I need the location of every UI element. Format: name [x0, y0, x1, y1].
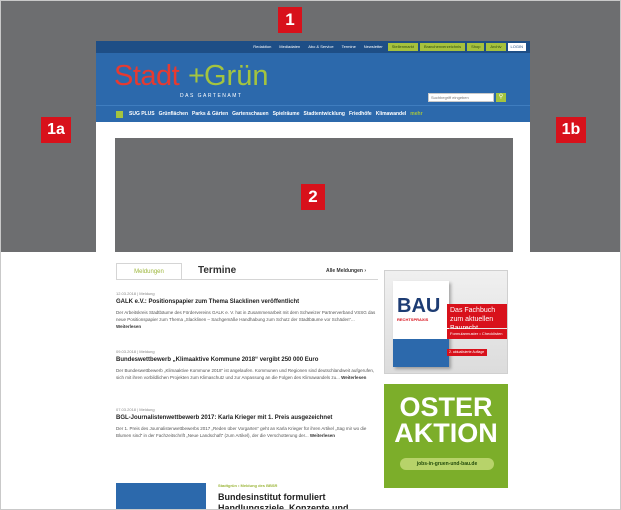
ad-osteraktion[interactable]: OSTER AKTION jobs-in-gruen-und-bau.de: [384, 384, 508, 488]
nav-sug-plus[interactable]: SUG PLUS: [129, 111, 155, 117]
ad-bau-bullets: Formularmuster • Checklisten: [447, 329, 507, 339]
ad-oster-line1: OSTER: [399, 392, 493, 422]
search-input[interactable]: Suchbegriff eingeben: [428, 93, 494, 102]
news-item: 09.03.2018 | Meldung Bundeswettbewerb „K…: [116, 349, 378, 381]
ad-oster-line2: AKTION: [394, 418, 498, 448]
book-cover: BAU RECHTSPRAXIS: [393, 281, 449, 367]
site-header: Stadt + Grün DAS GARTENAMT Suchbegriff e…: [96, 53, 530, 105]
promo-kicker: Stadtgrün • Meldung des BBSR: [218, 483, 278, 488]
utility-link-archiv[interactable]: Archiv: [486, 43, 506, 51]
nav-parks[interactable]: Parks & Gärten: [192, 111, 228, 117]
logo-plus: +: [188, 60, 205, 92]
book-cover-band: [393, 339, 449, 367]
all-news-link[interactable]: Alle Meldungen ›: [326, 268, 366, 274]
read-more-link[interactable]: Weiterlesen: [310, 433, 335, 438]
sug-plus-icon: [116, 110, 123, 118]
utility-link-newsletter[interactable]: Newsletter: [361, 43, 386, 51]
news-title[interactable]: BGL-Journalistenwettbewerb 2017: Karla K…: [116, 415, 378, 421]
utility-link-redaktion[interactable]: Redaktion: [250, 43, 274, 51]
ad-bau-rechtspraxis[interactable]: BAU RECHTSPRAXIS Das Fachbuch zum aktuel…: [384, 270, 508, 374]
login-button[interactable]: LOGIN: [507, 43, 526, 51]
news-body-text: Der Arbeitskreis Stadtbäume des Förderve…: [116, 310, 376, 322]
nav-more[interactable]: mehr: [410, 111, 422, 117]
utility-link-shop[interactable]: Shop: [467, 43, 485, 51]
promo-thumbnail[interactable]: [116, 483, 206, 509]
news-item: 12.03.2018 | Meldung GALK e.V.: Position…: [116, 291, 378, 330]
screenshot-frame: Redaktion Mediadaten Abo & Service Termi…: [0, 0, 621, 510]
nav-spielraeume[interactable]: Spielräume: [273, 111, 300, 117]
marker-1a: 1a: [41, 117, 71, 143]
news-date: 07.03.2018 | Meldung: [116, 407, 155, 412]
read-more-link[interactable]: Weiterlesen: [341, 375, 366, 380]
news-tabs: Meldungen Termine Alle Meldungen › 12.03…: [116, 263, 378, 463]
news-date: 09.03.2018 | Meldung: [116, 349, 155, 354]
news-body: Der Arbeitskreis Stadtbäume des Förderve…: [116, 309, 378, 330]
nav-gruenflaechen[interactable]: Grünflächen: [159, 111, 188, 117]
news-item: 07.03.2018 | Meldung BGL-Journalistenwet…: [116, 407, 378, 439]
nav-friedhoefe[interactable]: Friedhöfe: [349, 111, 372, 117]
all-news-label: Alle Meldungen: [326, 268, 363, 274]
utility-link-abo[interactable]: Abo & Service: [305, 43, 336, 51]
marker-1: 1: [278, 7, 302, 33]
ad-bau-headline: Das Fachbuch zum aktuellen Baurecht: [447, 304, 507, 332]
nav-klimawandel[interactable]: Klimawandel: [376, 111, 407, 117]
marker-2: 2: [301, 184, 325, 210]
search-button[interactable]: ⚲: [496, 93, 506, 102]
tab-meldungen[interactable]: Meldungen: [116, 263, 182, 279]
news-body: Der Bundeswettbewerb „Klimaaktive Kommun…: [116, 367, 378, 381]
news-date: 12.03.2018 | Meldung: [116, 291, 155, 296]
book-title: BAU: [397, 295, 441, 317]
logo-stadt[interactable]: Stadt: [114, 61, 180, 91]
nav-gartenschauen[interactable]: Gartenschauen: [232, 111, 268, 117]
news-body: Der 1. Preis des Journalistenwettbewerbs…: [116, 425, 378, 439]
read-more-link[interactable]: Weiterlesen: [116, 324, 141, 329]
search-icon: ⚲: [498, 94, 504, 100]
book-subtitle: RECHTSPRAXIS: [397, 317, 429, 322]
news-title[interactable]: Bundeswettbewerb „Klimaaktive Kommune 20…: [116, 357, 378, 363]
news-body-text: Der Bundeswettbewerb „Klimaaktive Kommun…: [116, 368, 375, 380]
logo-gruen[interactable]: Grün: [204, 61, 268, 91]
utility-nav: Redaktion Mediadaten Abo & Service Termi…: [96, 41, 530, 53]
tab-divider: [116, 279, 378, 280]
promo-title[interactable]: Bundesinstitut formuliert Handlungsziele…: [218, 492, 368, 509]
utility-link-termine[interactable]: Termine: [339, 43, 359, 51]
website-mockup: Redaktion Mediadaten Abo & Service Termi…: [96, 41, 530, 509]
main-nav: SUG PLUS Grünflächen Parks & Gärten Gart…: [96, 105, 530, 122]
nav-stadtentwicklung[interactable]: Stadtentwicklung: [304, 111, 345, 117]
tab-termine[interactable]: Termine: [198, 265, 236, 276]
utility-link-mediadaten[interactable]: Mediadaten: [276, 43, 303, 51]
logo-subtitle: DAS GARTENAMT: [180, 93, 243, 99]
ad-bau-tag: 2. aktualisierte Auflage: [447, 349, 487, 356]
utility-link-stellenmarkt[interactable]: Stellenmarkt: [387, 43, 418, 51]
news-title[interactable]: GALK e.V.: Positionspapier zum Thema Sla…: [116, 299, 378, 305]
utility-link-branchen[interactable]: Branchenverzeichnis: [419, 43, 466, 51]
ad-oster-url[interactable]: jobs-in-gruen-und-bau.de: [400, 458, 494, 470]
marker-1b: 1b: [556, 117, 586, 143]
ad-oster-title: OSTER AKTION: [384, 392, 508, 448]
